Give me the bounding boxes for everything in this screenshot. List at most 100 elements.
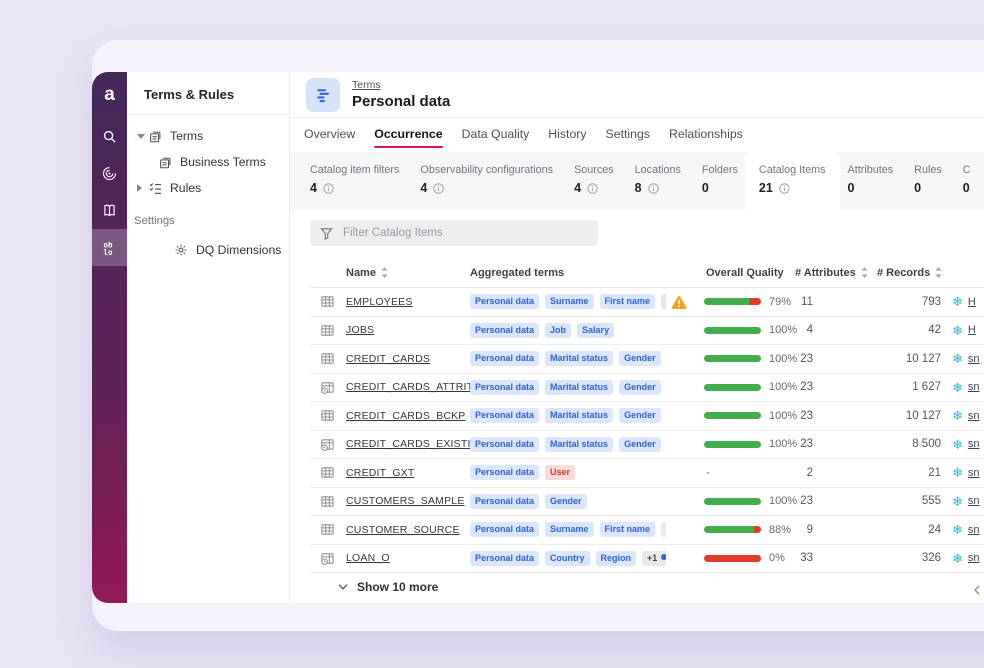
tab-history[interactable]: History	[548, 127, 586, 148]
catalog-item-link[interactable]: EMPLOYEES	[346, 296, 470, 308]
term-tag[interactable]: First name	[600, 522, 656, 537]
term-tag[interactable]: Marital status	[545, 408, 613, 423]
term-tag[interactable]: Region	[596, 551, 637, 566]
source-link[interactable]: sn	[968, 353, 980, 365]
term-tag[interactable]: First name	[600, 294, 656, 309]
sort-icon[interactable]	[935, 267, 942, 278]
breadcrumb[interactable]: Terms	[352, 79, 450, 91]
term-tag[interactable]: Surname	[545, 294, 594, 309]
source-link[interactable]: sn	[968, 410, 980, 422]
term-tag[interactable]: Personal data	[470, 408, 539, 423]
rail-item-glossary[interactable]: oblo	[92, 229, 127, 266]
table-row[interactable]: CUSTOMER_SOURCEPersonal data Surname First…	[310, 516, 984, 545]
term-tag[interactable]: Job	[545, 323, 571, 338]
term-tag[interactable]: Personal data	[470, 551, 539, 566]
stat-attributes[interactable]: Attributes0	[848, 152, 907, 210]
stat-catalog-items[interactable]: Catalog Items21	[745, 152, 840, 210]
term-tag[interactable]: Gender	[619, 351, 661, 366]
source-link[interactable]: H	[968, 324, 976, 336]
catalog-item-link[interactable]: CUSTOMER_SOURCE	[346, 524, 470, 536]
term-tag[interactable]: Gender	[619, 437, 661, 452]
term-tag[interactable]: Personal data	[470, 323, 539, 338]
info-icon[interactable]	[648, 183, 659, 194]
term-tag[interactable]: Gender	[619, 408, 661, 423]
table-row[interactable]: CUSTOMERS_SAMPLEPersonal dataGender100%2…	[310, 488, 984, 517]
stat-folders[interactable]: Folders0	[702, 152, 751, 210]
scroll-left-icon[interactable]	[974, 585, 980, 595]
term-tag[interactable]: +1	[642, 551, 666, 566]
term-tag[interactable]: Personal data	[470, 351, 539, 366]
rail-item-profiling[interactable]	[92, 155, 127, 192]
tab-occurrence[interactable]: Occurrence	[374, 127, 442, 148]
catalog-item-link[interactable]: LOAN_O	[346, 552, 470, 564]
table-row[interactable]: CREDIT_CARDS_BCKPPersonal data Marital st…	[310, 402, 984, 431]
info-icon[interactable]	[779, 183, 790, 194]
stat-catalog-item-filters[interactable]: Catalog item filters4	[310, 152, 412, 210]
info-icon[interactable]	[323, 183, 334, 194]
catalog-item-link[interactable]: CREDIT_CARDS	[346, 353, 470, 365]
tree-item-rules[interactable]: Rules	[127, 175, 289, 201]
table-row[interactable]: CREDIT_CARDS_ATTRITEDPersonal data Marita…	[310, 374, 984, 403]
rail-item-search[interactable]	[92, 118, 127, 155]
term-tag[interactable]: Marital status	[545, 380, 613, 395]
catalog-item-link[interactable]: CUSTOMERS_SAMPLE	[346, 495, 470, 507]
column-header-name[interactable]: Name	[346, 267, 470, 279]
tab-data-quality[interactable]: Data Quality	[462, 127, 530, 148]
catalog-item-link[interactable]: CREDIT_CARDS_ATTRITED	[346, 381, 470, 393]
source-link[interactable]: H	[968, 296, 976, 308]
term-tag[interactable]: +2	[661, 522, 666, 537]
caret-down-icon[interactable]	[137, 134, 148, 139]
sort-icon[interactable]	[381, 267, 388, 278]
caret-right-icon[interactable]	[137, 184, 148, 192]
column-header-records[interactable]: # Records	[858, 267, 946, 279]
source-link[interactable]: sn	[968, 381, 980, 393]
term-tag[interactable]: Salary	[577, 323, 614, 338]
table-row[interactable]: CREDIT_CARDSPersonal data Marital status G…	[310, 345, 984, 374]
catalog-item-link[interactable]: CREDIT_CARDS_EXISTING	[346, 438, 470, 450]
source-link[interactable]: sn	[968, 552, 980, 564]
catalog-item-link[interactable]: CREDIT_CARDS_BCKP	[346, 410, 470, 422]
stat-rules[interactable]: Rules0	[914, 152, 955, 210]
table-row[interactable]: LOAN_OPersonal dataCountryRegion+10%3332…	[310, 545, 984, 574]
filter-box[interactable]	[310, 220, 598, 246]
catalog-item-link[interactable]: CREDIT_GXT	[346, 467, 470, 479]
term-tag[interactable]: Personal data	[470, 522, 539, 537]
source-link[interactable]: sn	[968, 438, 980, 450]
filter-input[interactable]	[341, 226, 588, 240]
stat-c[interactable]: C0	[963, 152, 984, 210]
table-row[interactable]: CREDIT_GXTPersonal dataUser-221❄sn	[310, 459, 984, 488]
tab-settings[interactable]: Settings	[606, 127, 650, 148]
stat-locations[interactable]: Locations8	[635, 152, 694, 210]
table-row[interactable]: EMPLOYEESPersonal dataSurnameFirst nameE…	[310, 288, 984, 317]
source-link[interactable]: sn	[968, 495, 980, 507]
term-tag[interactable]: Personal data	[470, 494, 539, 509]
tab-overview[interactable]: Overview	[304, 127, 355, 148]
term-tag[interactable]: Gender	[619, 380, 661, 395]
show-more-button[interactable]: Show 10 more	[310, 573, 984, 601]
stat-observability-configurations[interactable]: Observability configurations4	[420, 152, 566, 210]
tab-relationships[interactable]: Relationships	[669, 127, 743, 148]
term-tag[interactable]: Personal data	[470, 437, 539, 452]
term-tag[interactable]: Personal data	[470, 465, 539, 480]
term-tag[interactable]: Marital status	[545, 351, 613, 366]
term-tag[interactable]: Surname	[545, 522, 594, 537]
term-tag[interactable]: User	[545, 465, 575, 480]
settings-item-dq-dimensions[interactable]: DQ Dimensions	[127, 237, 289, 263]
info-icon[interactable]	[433, 183, 444, 194]
warning-icon[interactable]	[671, 295, 687, 309]
term-tag[interactable]: Marital status	[545, 437, 613, 452]
tree-item-business-terms[interactable]: Business Terms	[127, 149, 289, 175]
brand-logo[interactable]: a	[104, 84, 115, 106]
catalog-item-link[interactable]: JOBS	[346, 324, 470, 336]
term-tag[interactable]: Country	[545, 551, 590, 566]
stat-sources[interactable]: Sources4	[574, 152, 627, 210]
column-header-attributes[interactable]: # Attributes	[795, 267, 858, 279]
source-link[interactable]: sn	[968, 524, 980, 536]
table-row[interactable]: JOBSPersonal dataJobSalary100%442❄H	[310, 317, 984, 346]
term-tag[interactable]: Personal data	[470, 380, 539, 395]
term-tag[interactable]: Gender	[545, 494, 587, 509]
rail-item-catalog[interactable]	[92, 192, 127, 229]
source-link[interactable]: sn	[968, 467, 980, 479]
info-icon[interactable]	[587, 183, 598, 194]
term-tag[interactable]: Personal data	[470, 294, 539, 309]
